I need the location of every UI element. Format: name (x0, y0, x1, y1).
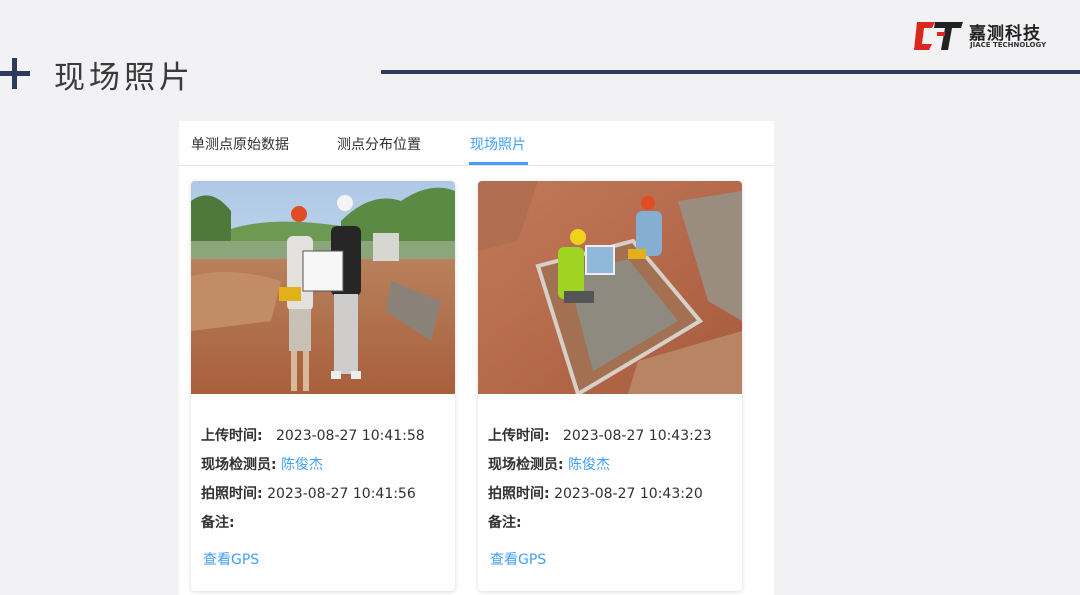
brand-name-en: JIACE TECHNOLOGY (970, 41, 1047, 49)
photo-panel: 单测点原始数据 测点分布位置 现场照片 上传时间: 2023-08-27 10:… (179, 121, 774, 595)
active-tab-indicator (469, 162, 528, 165)
inspector-name-link[interactable]: 陈俊杰 (281, 457, 323, 473)
shot-time-label: 拍照时间: (201, 486, 263, 502)
jiace-logo-icon (914, 22, 963, 50)
inspector-name-link[interactable]: 陈俊杰 (568, 457, 610, 473)
note-row: 备注: (201, 512, 235, 532)
tab-point-distribution[interactable]: 测点分布位置 (337, 134, 421, 154)
view-gps-link[interactable]: 查看GPS (490, 549, 546, 569)
note-label: 备注: (201, 515, 235, 531)
inspector-row: 现场检测员: 陈俊杰 (488, 454, 610, 474)
upload-time-row: 上传时间: 2023-08-27 10:41:58 (201, 425, 425, 445)
slide-title: 现场照片 (54, 60, 194, 96)
shot-time-label: 拍照时间: (488, 486, 550, 502)
upload-time-value: 2023-08-27 10:43:23 (562, 428, 712, 444)
site-photo-image[interactable] (191, 181, 455, 394)
photo-card: 上传时间: 2023-08-27 10:43:23 现场检测员: 陈俊杰 拍照时… (478, 181, 742, 591)
site-photo-image[interactable] (478, 181, 742, 394)
upload-time-row: 上传时间: 2023-08-27 10:43:23 (488, 425, 712, 445)
shot-time-value: 2023-08-27 10:43:20 (554, 486, 703, 502)
note-label: 备注: (488, 515, 522, 531)
tab-raw-data[interactable]: 单测点原始数据 (191, 134, 289, 154)
inspector-label: 现场检测员: (201, 457, 277, 473)
inspector-row: 现场检测员: 陈俊杰 (201, 454, 323, 474)
tab-site-photos[interactable]: 现场照片 (470, 134, 526, 154)
photo-card: 上传时间: 2023-08-27 10:41:58 现场检测员: 陈俊杰 拍照时… (191, 181, 455, 591)
upload-time-label: 上传时间: (488, 428, 550, 444)
shot-time-value: 2023-08-27 10:41:56 (267, 486, 416, 502)
plus-icon (0, 56, 32, 90)
view-gps-link[interactable]: 查看GPS (203, 549, 259, 569)
shot-time-row: 拍照时间: 2023-08-27 10:41:56 (201, 483, 416, 503)
title-divider (381, 70, 1080, 74)
upload-time-label: 上传时间: (201, 428, 263, 444)
tab-bar: 单测点原始数据 测点分布位置 现场照片 (179, 121, 774, 166)
inspector-label: 现场检测员: (488, 457, 564, 473)
note-row: 备注: (488, 512, 522, 532)
shot-time-row: 拍照时间: 2023-08-27 10:43:20 (488, 483, 703, 503)
brand-logo: 嘉测科技 JIACE TECHNOLOGY (913, 18, 1063, 54)
upload-time-value: 2023-08-27 10:41:58 (275, 428, 425, 444)
